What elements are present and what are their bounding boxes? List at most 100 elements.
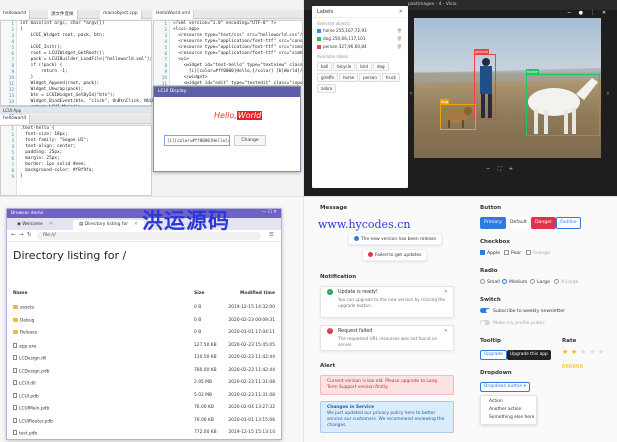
dropdown-button[interactable]: Dropdown button ▾ — [480, 382, 530, 392]
code-editor-xml[interactable]: <?xml version="1.0" encoding="UTF-8" ?> <… — [173, 21, 303, 87]
label-tag[interactable]: bicycle — [333, 62, 356, 71]
danger-button[interactable]: Danger — [531, 217, 556, 229]
table-row[interactable]: assets 0 B 2019-12-15 14:32:00 — [13, 305, 275, 315]
close-icon[interactable]: ✕ — [444, 328, 448, 334]
window-controls-icon[interactable]: — ☐ ✕ — [262, 210, 277, 215]
dropdown-item[interactable]: Action — [481, 398, 536, 406]
close-icon[interactable]: ✕ — [49, 222, 53, 227]
ide-tab-mainobject[interactable]: mainobject.cpp — [100, 10, 142, 19]
refresh-icon[interactable]: ↻ — [27, 232, 32, 238]
label-tag[interactable]: bird — [356, 62, 372, 71]
close-icon[interactable]: ✕ — [444, 289, 448, 295]
file-name[interactable]: LCUIMain.pdb — [13, 405, 49, 412]
close-icon[interactable]: ✕ — [399, 9, 403, 15]
zoom-in-icon[interactable]: + — [509, 166, 513, 172]
label-tag[interactable]: horse — [338, 73, 359, 82]
checkbox-box[interactable] — [526, 250, 531, 255]
code-editor-c[interactable]: int main(int argc, char *argv[]){ LCUI_W… — [20, 21, 176, 117]
radio-circle[interactable] — [502, 279, 507, 284]
switch-newsletter[interactable]: Subscribe to weekly newsletter — [480, 308, 565, 314]
code-pane-main[interactable]: 12345678910111213141516 int main(int arg… — [0, 20, 176, 116]
radio-medium[interactable]: Medium — [502, 279, 527, 285]
object-item[interactable]: horse 255,167,72,93 🗑 — [312, 27, 408, 35]
star-icon[interactable]: ★ — [598, 349, 604, 356]
file-name[interactable]: Release — [13, 330, 37, 336]
upgrade-button[interactable]: Upgrade — [480, 350, 507, 360]
preview-titlebar[interactable]: LCUI Display — [154, 87, 300, 97]
info-icon[interactable]: ● — [578, 10, 584, 16]
dropdown-item[interactable]: Another action — [481, 406, 536, 414]
table-row[interactable]: LCUIMain.pdb 76.00 KB 2020-02-04 13:27:32 — [13, 405, 275, 415]
minus-icon[interactable]: − — [566, 10, 572, 16]
table-row[interactable]: LCUI.pdb 5.02 MB 2020-02-23 11:31:08 — [13, 392, 275, 403]
radio-large[interactable]: Large — [530, 279, 550, 285]
menu-icon[interactable]: ⋮ — [589, 10, 595, 16]
file-name[interactable]: LCUIRouter.pdb — [13, 417, 53, 424]
back-icon[interactable]: ← — [11, 232, 16, 238]
label-tag[interactable]: ball — [317, 62, 333, 71]
checkbox-apple[interactable]: Apple — [480, 250, 500, 256]
table-row[interactable]: LCUI.dll 2.95 MB 2020-02-23 11:31:08 — [13, 380, 275, 390]
bbox-person[interactable]: person — [474, 49, 496, 120]
radio-circle[interactable] — [480, 279, 485, 284]
table-row[interactable]: LCDesign.pdb 780.00 KB 2020-02-23 11:42:44 — [13, 367, 275, 378]
checkbox-pear[interactable]: Pear — [504, 250, 521, 256]
switch-toggle[interactable] — [480, 308, 490, 313]
table-row[interactable]: LCUIRouter.pdb 76.00 KB 2020-01-01 13:15:0… — [13, 417, 275, 428]
code-pane-css[interactable]: 123456789 .text-hello { font-size: 18px;… — [0, 125, 152, 196]
label-tag[interactable]: dog — [372, 62, 389, 71]
label-tag[interactable]: zebra — [317, 84, 337, 93]
tab-directory[interactable]: ▤ Directory listing for ✕ — [73, 220, 144, 230]
file-name[interactable]: LCUI.pdb — [13, 392, 39, 399]
switch-public-profile[interactable]: Make my profile public — [480, 320, 545, 326]
labeled-photo[interactable]: person horse dog — [414, 18, 601, 158]
label-tag[interactable]: person — [359, 73, 381, 82]
menu-icon[interactable]: ☰ — [269, 232, 274, 238]
fit-icon[interactable]: ⛶ — [498, 166, 502, 172]
col-size[interactable]: Size — [194, 291, 204, 296]
file-name[interactable]: Debug — [13, 317, 34, 323]
bbox-dog[interactable]: dog — [440, 99, 476, 130]
trash-icon[interactable]: 🗑 — [397, 44, 402, 49]
table-row[interactable]: app.exe 127.50 KB 2020-02-23 15:45:05 — [13, 342, 275, 353]
tab-welcome[interactable]: ◉ Welcome ✕ — [11, 220, 59, 230]
default-button[interactable]: Default — [506, 217, 531, 229]
outline-button[interactable]: Outline — [556, 217, 581, 229]
markup-input[interactable]: [i][color=#ff0000]Hello[/color — [164, 135, 230, 146]
label-tag[interactable]: giraffe — [317, 73, 338, 82]
primary-button[interactable]: Primary — [480, 217, 506, 229]
close-icon[interactable]: ✕ — [134, 222, 138, 227]
ide-tab-xml[interactable]: HelloWorld.xml — [153, 10, 195, 19]
table-row[interactable]: Debug 0 B 2020-02-23 00:09:31 — [13, 317, 275, 328]
close-icon[interactable]: ✕ — [601, 10, 607, 16]
file-name[interactable]: assets — [13, 305, 34, 311]
col-name[interactable]: Name — [13, 291, 28, 296]
object-item[interactable]: person 327,96,60,84 🗑 — [312, 43, 408, 51]
star-icon[interactable]: ★ — [580, 349, 586, 356]
checkbox-box[interactable] — [480, 250, 485, 255]
file-name[interactable]: LCDesign.dll — [13, 355, 46, 362]
file-name[interactable]: LCUI.dll — [13, 380, 36, 387]
code-editor-css[interactable]: .text-hello { font-size: 18px; font-fami… — [20, 126, 149, 180]
file-name[interactable]: test.pdb — [13, 430, 37, 437]
star-icon[interactable]: ★ — [571, 349, 577, 356]
radio-xlarge[interactable]: X-Large — [554, 279, 579, 285]
table-row[interactable]: LCDesign.dll 110.50 KB 2020-02-23 11:42:44 — [13, 355, 275, 365]
star-icon[interactable]: ★ — [589, 349, 595, 356]
file-name[interactable]: app.exe — [13, 342, 36, 349]
change-button[interactable]: Change — [234, 135, 266, 146]
star-icon[interactable]: ★ — [562, 349, 568, 356]
trash-icon[interactable]: 🗑 — [397, 28, 402, 33]
switch-toggle[interactable] — [480, 320, 490, 325]
bbox-horse[interactable]: horse — [526, 69, 600, 136]
trash-icon[interactable]: 🗑 — [397, 36, 402, 41]
object-item[interactable]: dog 250,66,117,101 🗑 — [312, 35, 408, 43]
label-tag[interactable]: truck — [381, 73, 401, 82]
checkbox-box[interactable] — [504, 250, 509, 255]
forward-icon[interactable]: → — [19, 232, 24, 238]
zoom-out-icon[interactable]: − — [486, 166, 490, 172]
dropdown-item[interactable]: Something else here — [481, 414, 536, 422]
code-pane-xml[interactable]: 1 2 3 4 5 6 7 8 9 10 11 <?xml version="1.0" encodi… — [153, 20, 303, 86]
ide-tab-source[interactable]: 源文件变样 — [48, 10, 78, 19]
next-image-icon[interactable]: › — [605, 90, 611, 98]
